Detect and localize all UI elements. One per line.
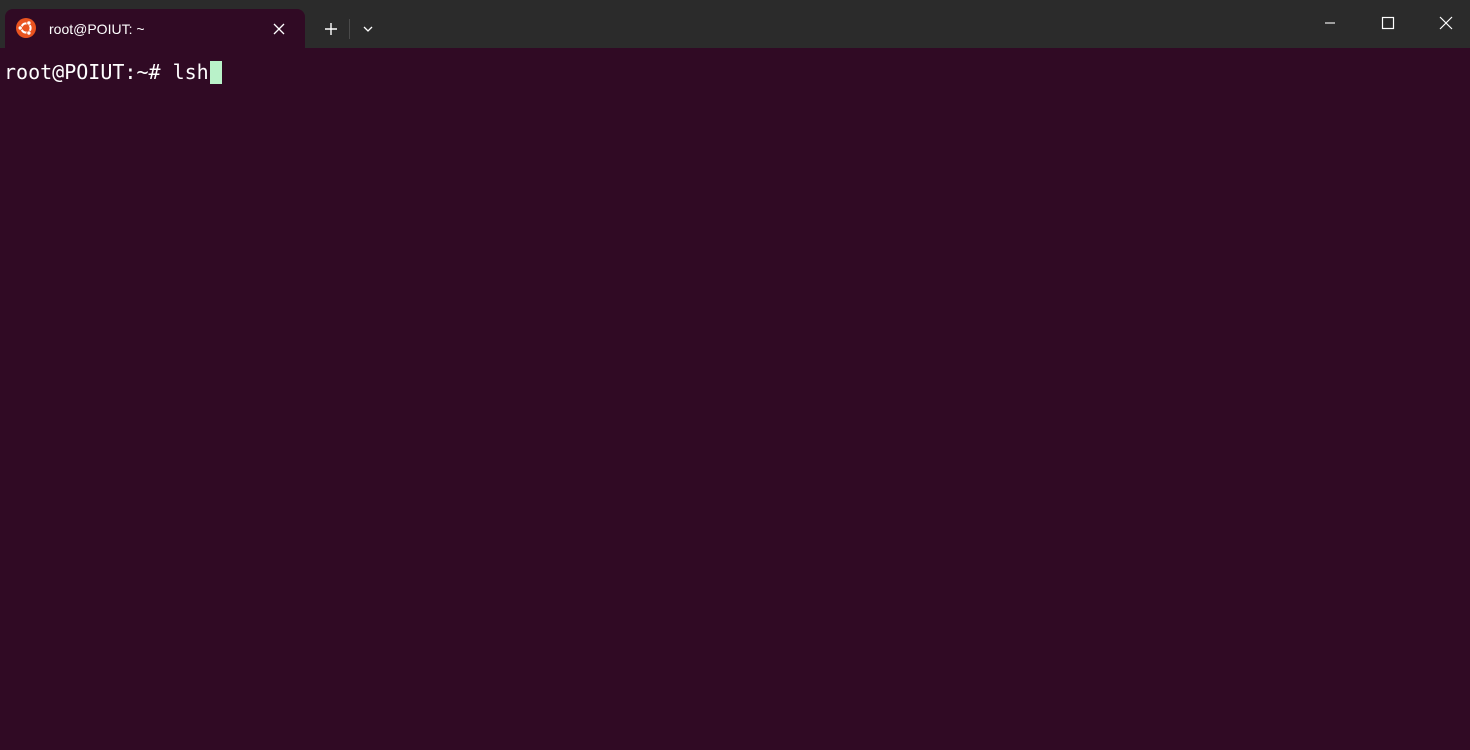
chevron-down-icon: [363, 26, 373, 32]
minimize-button[interactable]: [1301, 0, 1359, 46]
ubuntu-logo-icon: [16, 18, 36, 38]
tab-root-poiut[interactable]: root@POIUT: ~: [5, 9, 305, 48]
maximize-button[interactable]: [1359, 0, 1417, 46]
terminal-output-area[interactable]: root@POIUT:~# lsh: [0, 48, 1470, 750]
window-close-button[interactable]: [1417, 0, 1470, 46]
tab-close-button[interactable]: [269, 19, 289, 39]
close-icon: [273, 23, 285, 35]
typed-command: lsh: [172, 60, 209, 84]
title-bar[interactable]: root@POIUT: ~: [0, 0, 1470, 48]
terminal-window: root@POIUT: ~ root@POIUT:~# lsh: [0, 0, 1470, 750]
minimize-icon: [1325, 22, 1335, 24]
new-tab-button[interactable]: [316, 17, 346, 41]
profile-dropdown-button[interactable]: [354, 17, 382, 41]
shell-prompt: root@POIUT:~#: [4, 60, 173, 84]
text-cursor: [209, 60, 222, 84]
tab-separator: [349, 19, 350, 39]
maximize-icon: [1381, 16, 1395, 30]
close-icon: [1439, 16, 1453, 30]
tab-title: root@POIUT: ~: [49, 21, 145, 37]
command-line[interactable]: root@POIUT:~# lsh: [4, 60, 222, 84]
plus-icon: [325, 23, 337, 35]
